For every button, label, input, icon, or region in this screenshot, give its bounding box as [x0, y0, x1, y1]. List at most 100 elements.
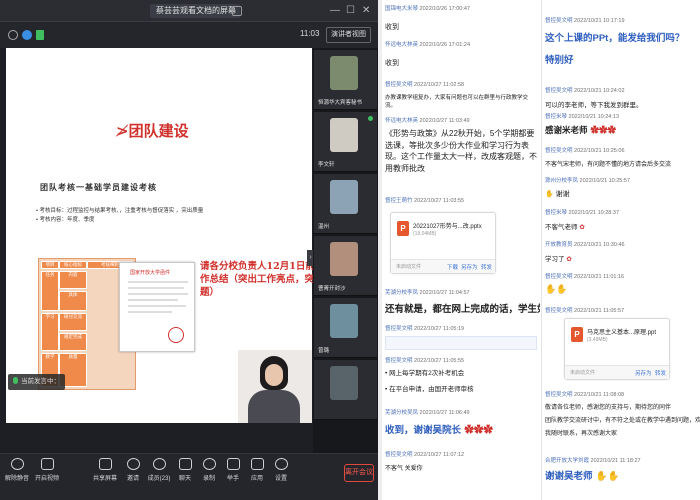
message-text: 特别好	[545, 55, 574, 66]
message-time: 2022/10/21 10:24:13	[568, 114, 620, 120]
message-time: 2022/10/27 11:05:19	[414, 326, 465, 332]
message-text: 收到	[385, 24, 399, 31]
message-text: ✋ 谢谢	[545, 191, 570, 198]
file-attachment[interactable]: P 马克思主义基本...原理.ppt (3.49MB) 未启动文件 另存为 转发	[564, 318, 670, 380]
save-as-link[interactable]: 另存为	[635, 369, 652, 377]
sender-name: 督控米琴	[545, 210, 568, 216]
message-time: 2022/10/21 11:01:16	[574, 274, 625, 280]
message-text: 《形势与政策》从22秋开始，5个学期都要选课，等批次多少份大作业和学习行为表现。…	[385, 129, 537, 173]
sender-name: 督控吴文明	[545, 148, 573, 154]
mic-icon	[13, 377, 18, 384]
message-text: 敬请各位老师，感谢您的支持与，期待您的同伴	[545, 405, 672, 411]
message-text: 不客气 关爱你	[385, 466, 423, 472]
microphone-icon	[10, 458, 24, 470]
participant-tile[interactable]: 恒源华大宾客秘书	[314, 50, 377, 110]
message-text: 办教课教学组复办，大家有问题也可以在群里与行政教学交流。	[385, 95, 529, 109]
chat-message: 怀远电大林英 2022/10/27 11:03:49 《形势与政策》从22秋开始…	[385, 116, 540, 174]
participant-tile[interactable]: 曹菁开封沙	[314, 236, 377, 296]
doc-line	[128, 299, 178, 301]
camera-icon	[40, 458, 54, 470]
doc-line	[128, 293, 188, 295]
message-time: 2022/10/26 17:01:24	[419, 42, 471, 48]
participant-tile[interactable]: 曾璐	[314, 298, 377, 358]
sender-name: 芜湖分校吴凤	[385, 410, 419, 416]
table-cell: 学习	[41, 313, 59, 351]
sender-name: 怀远电大林英	[385, 42, 419, 48]
meeting-toolbar: 解除静音 开启视频 共享屏幕 邀请 成员(23) 聊天 录制 举手 应用 设置 …	[0, 453, 378, 500]
chat-log-right: 督控吴文明 2022/10/21 10:17:19 这个上课的PPt，能发给我们…	[541, 0, 700, 500]
sender-name: 督控吴文明	[385, 326, 413, 332]
chat-message: 督控吴文明 2022/10/21 10:24:02 可以的李老师，等下我发到群里…	[545, 86, 700, 109]
save-as-link[interactable]: 另存为	[461, 263, 478, 271]
slide-bullet: • 考核内容：年度、季度	[36, 217, 95, 223]
start-video-button[interactable]: 开启视频	[32, 458, 62, 482]
record-icon	[202, 458, 216, 470]
security-shield-icon[interactable]	[22, 30, 32, 40]
message-time: 2022/10/27 11:05:55	[414, 358, 465, 364]
participant-tile[interactable]: 温州	[314, 174, 377, 234]
message-time: 2022/10/26 17:00:47	[419, 6, 471, 12]
file-name: 20221027形势与...改.pptx	[413, 224, 482, 230]
slide-heading: 团队考核一基础学员建设考核	[40, 182, 157, 192]
sender-name: 督控吴文明	[545, 88, 573, 94]
file-attachment[interactable]: P 20221027形势与...改.pptx (19.04MB) 未启动文件 下…	[390, 212, 496, 274]
chat-message: 督控王萌竹 2022/10/27 11:03:55	[385, 196, 540, 204]
share-icon	[98, 458, 112, 470]
participant-name: 恒源华大宾客秘书	[318, 100, 363, 106]
ppt-icon: P	[571, 327, 583, 342]
table-cell: 任务	[41, 271, 59, 311]
message-time: 2022/10/27 11:03:55	[414, 198, 465, 204]
message-text: 感谢米老师 ✿✿✿	[545, 126, 616, 136]
message-time: 2022/10/27 11:06:49	[419, 410, 470, 416]
seal-icon	[168, 327, 184, 343]
sender-name: 督控吴文明	[545, 274, 573, 280]
table-cell: 核心指标	[59, 261, 87, 269]
minimize-icon[interactable]: —	[330, 5, 340, 17]
speaking-label: 当前发言中：	[21, 378, 60, 385]
image-message[interactable]	[385, 336, 537, 350]
participant-tile[interactable]: 李文轩	[314, 112, 377, 172]
settings-button[interactable]: 设置	[266, 458, 296, 482]
avatar	[330, 242, 358, 276]
message-time: 2022/10/27 11:07:12	[414, 452, 465, 458]
forward-link[interactable]: 转发	[481, 263, 492, 271]
rose-icon: ✿✿✿	[464, 425, 493, 436]
sender-name: 督控吴文明	[385, 452, 413, 458]
restore-icon[interactable]	[232, 6, 242, 16]
message-text: • 在平台申请，由国开老师审核	[385, 386, 474, 393]
rose-icon: ✿✿✿	[590, 126, 616, 136]
chat-icon	[178, 458, 192, 470]
clap-icon: ✋✋	[545, 284, 568, 294]
file-size: (3.49MB)	[587, 337, 608, 343]
chat-message: 合肥开放大学刘霞 2022/10/21 11:18:27 谢谢吴老师 ✋✋	[545, 456, 700, 482]
invite-icon	[126, 458, 140, 470]
participant-tile[interactable]	[314, 360, 377, 420]
sender-name: 督控吴文明	[385, 358, 413, 364]
message-time: 2022/10/21 10:30:46	[574, 242, 625, 248]
message-text: 谢谢吴老师 ✋✋	[545, 471, 620, 482]
info-icon[interactable]	[8, 30, 18, 40]
download-link[interactable]: 下载	[447, 263, 458, 271]
rose-icon: ✿	[566, 256, 572, 263]
doc-line	[128, 311, 172, 313]
participant-name: 曾璐	[318, 348, 330, 354]
speaking-indicator: 当前发言中：	[8, 374, 65, 390]
message-text: ✋✋	[545, 284, 700, 295]
message-text: 这个上课的PPt，能发给我们吗？	[545, 33, 685, 44]
message-text: 收到	[385, 60, 399, 67]
forward-link[interactable]: 转发	[655, 369, 666, 377]
message-text: 我随时联系，再次感谢大家	[545, 431, 618, 437]
leave-meeting-button[interactable]: 离开会议	[344, 464, 374, 482]
message-time: 2022/10/21 11:05:57	[574, 308, 625, 314]
close-icon[interactable]: ✕	[362, 5, 370, 17]
table-cell: 项目	[41, 261, 59, 269]
share-screen-button[interactable]: 共享屏幕	[90, 458, 120, 482]
chat-log-left: 国锦电大米琴 2022/10/26 17:00:47 收到 怀远电大林英 202…	[382, 0, 540, 500]
unmute-button[interactable]: 解除静音	[2, 458, 32, 482]
chat-message: 督控吴文明 2022/10/27 11:05:55 • 网上每学期有2次补考机会…	[385, 356, 540, 393]
document-title: 国家开放大学函件	[130, 270, 171, 276]
file-name: 马克思主义基本...原理.ppt	[587, 330, 657, 336]
maximize-icon[interactable]: ☐	[346, 5, 355, 17]
meeting-timer: 11:03	[300, 29, 320, 38]
view-mode-button[interactable]: 演讲者视图	[326, 27, 371, 43]
